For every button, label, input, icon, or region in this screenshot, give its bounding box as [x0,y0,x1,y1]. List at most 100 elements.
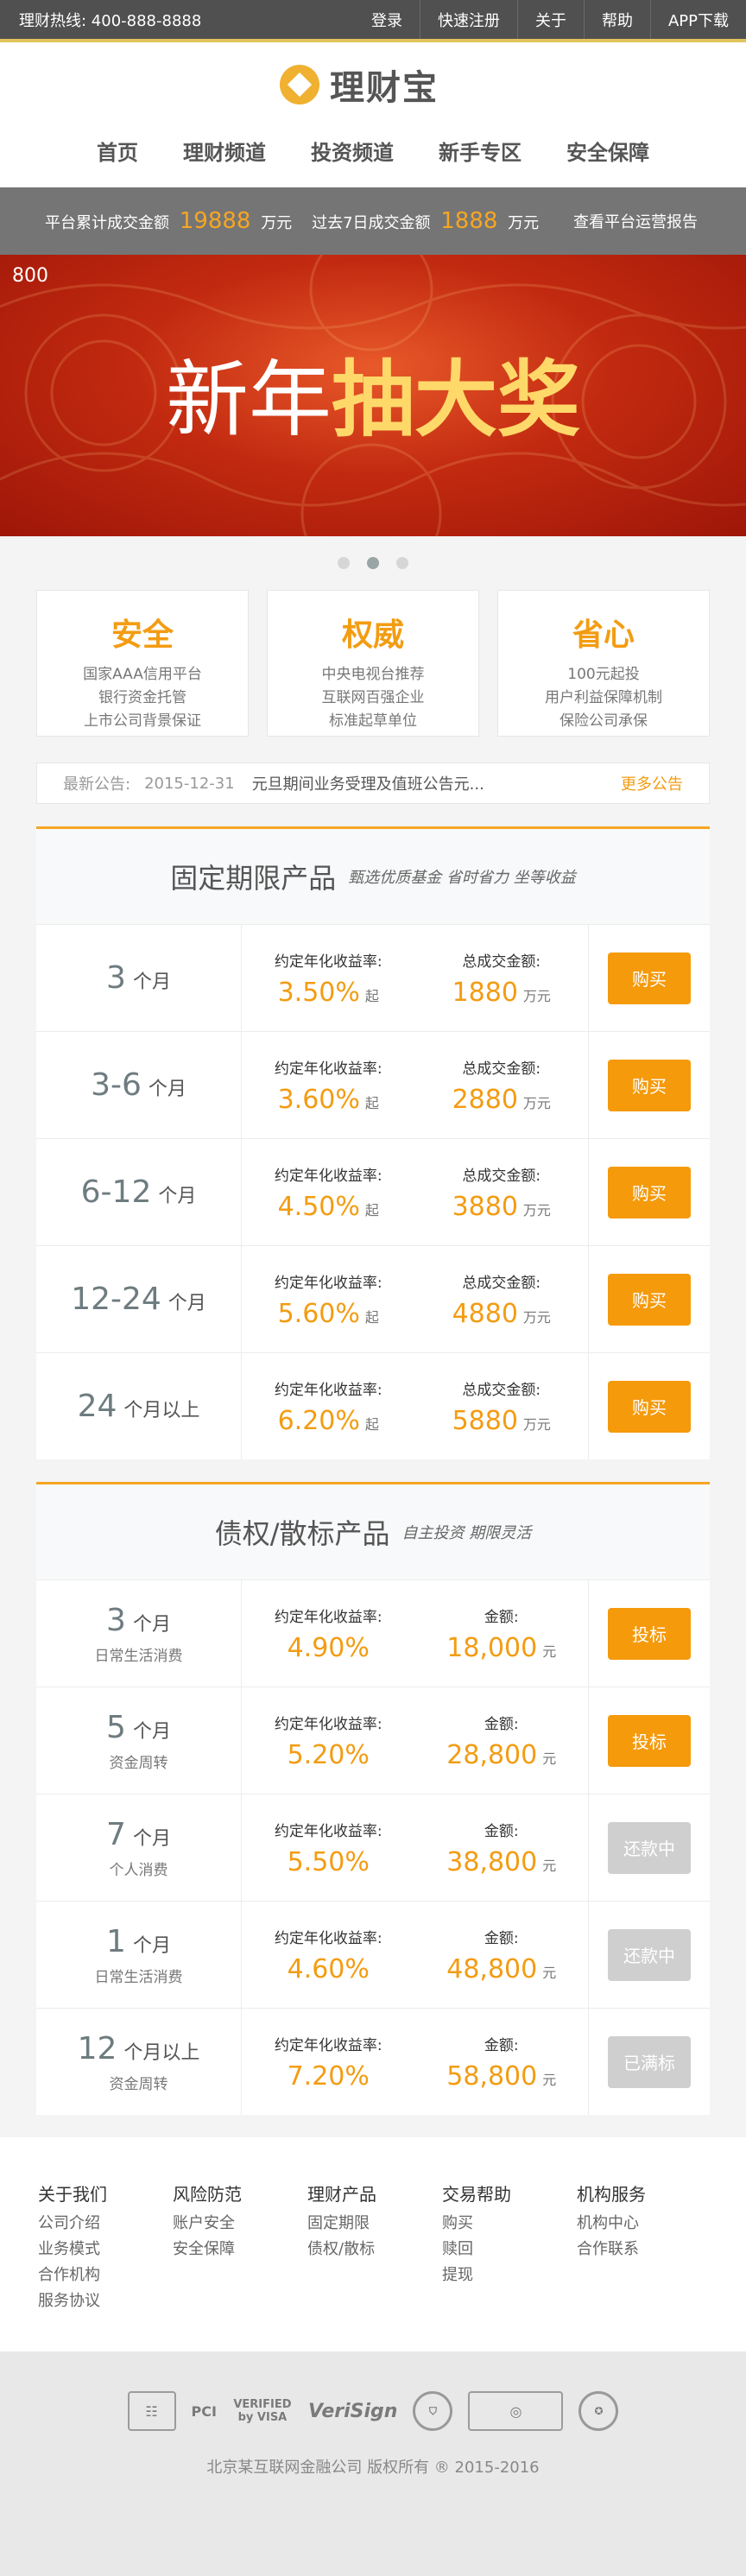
footer-link[interactable]: 账户安全 [173,2211,307,2237]
more-notices-link[interactable]: 更多公告 [621,772,683,794]
report-link[interactable]: 查看平台运营报告 [573,210,698,232]
amount-value: 18,000 [446,1632,538,1663]
feature-title: 省心 [572,617,635,653]
stats-bar: 平台累计成交金额 19888 万元 过去7日成交金额 1888 万元 查看平台运… [0,187,746,255]
amount-line: 5880 万元 [452,1406,551,1436]
amount-unit: 万元 [522,1201,551,1218]
status-button: 还款中 [608,1928,691,1981]
feature-line: 用户利益保障机制 [545,689,662,706]
bid-button[interactable]: 投标 [608,1714,691,1767]
amount-block: 金额: 18,000 元 [415,1580,589,1687]
buy-button[interactable]: 购买 [608,1273,691,1326]
metrics-cell: 约定年化收益率: 4.60% 金额: 48,800 元 [242,1902,589,2008]
action-cell: 投标 [589,1607,710,1660]
term-unit: 个月以上 [123,1400,200,1421]
login-link[interactable]: 登录 [354,0,420,39]
footer-column-title: 机构服务 [577,2184,646,2205]
footer-link[interactable]: 赎回 [442,2237,577,2263]
term-cell: 12 个月以上 资金周转 [36,2009,242,2115]
footer-link[interactable]: 合作机构 [38,2263,173,2288]
term-value: 3-6 [91,1067,142,1103]
logo-text: 理财宝 [330,68,439,108]
rate-suffix: 起 [364,1094,379,1111]
term-value: 12 [77,2030,117,2066]
buy-button[interactable]: 购买 [608,1380,691,1433]
action-cell: 购买 [589,1380,710,1433]
footer-link[interactable]: 业务模式 [38,2237,173,2263]
footer-column-title: 交易帮助 [442,2184,511,2205]
rate-block: 约定年化收益率: 6.20% 起 [242,1353,415,1459]
feature-line: 中央电视台推荐 [321,666,425,683]
purpose-note: 资金周转 [109,2075,168,2093]
footer-link[interactable]: 固定期限 [307,2211,442,2237]
amount-label: 总成交金额: [462,1274,541,1292]
rate-block: 约定年化收益率: 5.20% [242,1687,415,1794]
rate-line: 7.20% [288,2061,370,2092]
help-link[interactable]: 帮助 [583,0,650,39]
term-unit: 个月 [148,1079,186,1100]
rate-value: 4.90% [287,1632,370,1663]
buy-button[interactable]: 购买 [608,952,691,1004]
rate-block: 约定年化收益率: 3.60% 起 [242,1032,415,1138]
about-link[interactable]: 关于 [516,0,584,39]
top-links: 登录 快速注册 关于 帮助 APP下载 [354,0,746,39]
footer-link[interactable]: 提现 [442,2263,577,2288]
amount-unit: 元 [542,1964,557,1981]
register-link[interactable]: 快速注册 [419,0,517,39]
nav-invest[interactable]: 投资频道 [311,136,394,166]
logo-icon [280,65,319,104]
nav-home[interactable]: 首页 [97,136,138,166]
purpose-note: 日常生活消费 [94,1647,183,1665]
app-download-link[interactable]: APP下载 [649,0,746,39]
rate-line: 3.60% 起 [278,1085,379,1115]
rate-suffix: 起 [364,1201,379,1218]
feature-title: 权威 [341,617,404,653]
notice-link[interactable]: 元旦期间业务受理及值班公告元... [252,772,621,794]
metrics-cell: 约定年化收益率: 3.60% 起 总成交金额: 2880 万元 [242,1032,589,1138]
rate-block: 约定年化收益率: 7.20% [242,2009,415,2115]
rate-block: 约定年化收益率: 3.50% 起 [242,925,415,1031]
metrics-cell: 约定年化收益率: 5.60% 起 总成交金额: 4880 万元 [242,1246,589,1352]
logo[interactable]: 理财宝 [280,60,439,110]
bid-button[interactable]: 投标 [608,1607,691,1660]
amount-line: 1880 万元 [452,978,551,1008]
feature-line: 标准起草单位 [329,712,417,730]
footer-link[interactable]: 安全保障 [173,2237,307,2263]
footer-link[interactable]: 服务协议 [38,2288,173,2314]
hotline-text: 理财热线: 400-888-8888 [19,11,202,30]
footer-link[interactable]: 购买 [442,2211,577,2237]
footer-bottom: ☷ PCI VERIFIED by VISA VeriSign ⛉ ◎ ✪ 北京… [0,2351,746,2576]
carousel-dot-2[interactable] [367,557,379,569]
amount-value: 5880 [452,1405,518,1436]
amount-unit: 元 [542,1642,557,1660]
amount-block: 总成交金额: 4880 万元 [415,1246,589,1352]
amount-value: 2880 [452,1084,518,1115]
banner-title-highlight: 抽大奖 [332,351,580,448]
amount-block: 金额: 58,800 元 [415,2009,589,2115]
carousel-dot-1[interactable] [338,557,350,569]
nav-newbie[interactable]: 新手专区 [439,136,522,166]
term-unit: 个月 [132,972,171,993]
term-cell: 24 个月以上 [36,1353,242,1459]
footer-link[interactable]: 机构中心 [577,2211,711,2237]
term: 3-6 个月 [91,1067,186,1103]
buy-button[interactable]: 购买 [608,1166,691,1218]
verisign-logo: VeriSign [307,2400,398,2422]
nav-finance[interactable]: 理财频道 [183,136,266,166]
hero-banner[interactable]: 800 新年抽大奖 [0,255,746,536]
carousel-dot-3[interactable] [396,557,408,569]
footer-link[interactable]: 合作联系 [577,2237,711,2263]
footer-link[interactable]: 债权/散标 [307,2237,442,2263]
feature-line: 国家AAA信用平台 [83,666,202,683]
nav-security[interactable]: 安全保障 [566,136,649,166]
pci-logo: PCI [191,2402,217,2420]
feature-line: 保险公司承保 [560,712,648,730]
footer-link[interactable]: 公司介绍 [38,2211,173,2237]
product-row: 3 个月 约定年化收益率: 3.50% 起 总成交金额: 1880 万元 购买 [36,924,710,1031]
buy-button[interactable]: 购买 [608,1059,691,1111]
term-cell: 3 个月 [36,925,242,1031]
amount-unit: 万元 [522,1415,551,1433]
amount-line: 18,000 元 [446,1633,556,1663]
rate-line: 6.20% 起 [278,1406,379,1436]
site-header: 理财宝 首页 理财频道 投资频道 新手专区 安全保障 [0,42,746,187]
